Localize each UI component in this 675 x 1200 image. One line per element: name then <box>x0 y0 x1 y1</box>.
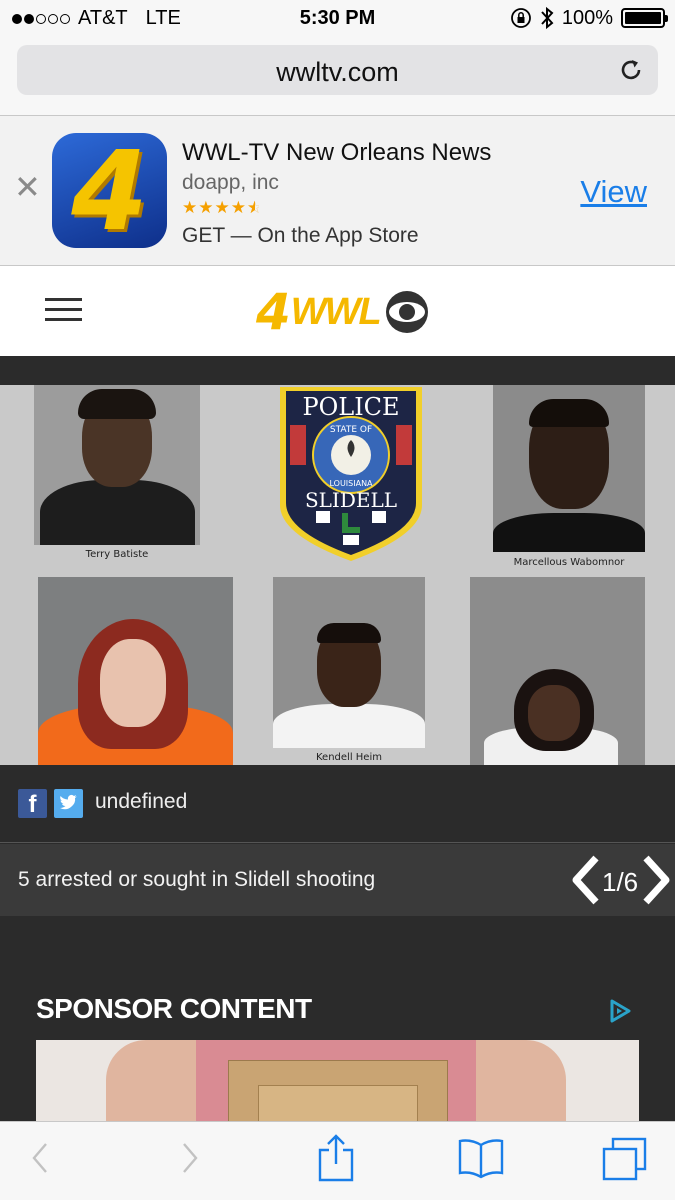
next-slide-icon[interactable] <box>642 854 672 906</box>
sponsor-image[interactable] <box>36 1040 639 1121</box>
logo-number: 4 <box>256 283 291 341</box>
slide-pager: 1/6 <box>570 854 675 906</box>
smart-app-banner: ✕ 4 WWL-TV New Orleans News doapp, inc ★… <box>0 116 675 266</box>
tabs-icon[interactable] <box>601 1136 649 1182</box>
slide-caption: 5 arrested or sought in Slidell shooting <box>18 868 376 891</box>
label-top-left: Terry Batiste <box>85 549 149 560</box>
app-rating-stars: ★★★★★☆ <box>182 198 259 217</box>
bookmarks-icon[interactable] <box>457 1137 505 1179</box>
app-store-get: GET — On the App Store <box>182 224 419 247</box>
mugshot-top-right <box>493 385 645 552</box>
view-app-link[interactable]: View <box>580 174 647 210</box>
svg-text:LOUISIANA: LOUISIANA <box>329 479 373 488</box>
status-bar: AT&T LTE 5:30 PM 100% <box>0 0 675 38</box>
share-row: f undefined <box>0 765 675 843</box>
label-bottom-middle: Kendell Heim <box>316 752 382 763</box>
mugshot-bottom-left <box>38 577 233 765</box>
battery-percent: 100% <box>561 6 613 29</box>
slide-counter: 1/6 <box>602 867 639 897</box>
battery-icon <box>621 8 668 28</box>
share-text: undefined <box>95 790 188 813</box>
label-top-right: Marcellous Wabomnor <box>513 557 625 568</box>
svg-text:STATE OF: STATE OF <box>330 425 372 435</box>
menu-hamburger-icon[interactable] <box>45 298 82 322</box>
mugshot-bottom-middle <box>273 577 425 748</box>
rotation-lock-icon <box>510 8 531 28</box>
sponsor-heading: SPONSOR CONTENT <box>36 993 312 1024</box>
twitter-share-icon[interactable] <box>54 789 83 818</box>
app-icon: 4 <box>52 133 167 248</box>
browser-address-area: wwltv.com <box>0 38 675 116</box>
site-logo[interactable]: 4 WWL <box>256 283 430 341</box>
close-banner-icon[interactable]: ✕ <box>14 171 41 203</box>
bluetooth-icon <box>541 6 554 30</box>
facebook-share-icon[interactable]: f <box>18 789 47 818</box>
adchoices-icon[interactable] <box>607 998 633 1024</box>
app-developer: doapp, inc <box>182 171 279 194</box>
app-name: WWL-TV New Orleans News <box>182 139 492 166</box>
previous-slide-icon[interactable] <box>570 854 600 906</box>
site-header: 4 WWL <box>0 266 675 356</box>
svg-text:POLICE: POLICE <box>302 393 399 421</box>
address-bar[interactable]: wwltv.com <box>17 45 658 95</box>
browser-toolbar <box>0 1121 675 1200</box>
logo-text: WWL <box>290 291 382 333</box>
svg-text:SLIDELL: SLIDELL <box>305 488 397 512</box>
mugshot-bottom-right <box>470 577 645 765</box>
status-right: 100% <box>510 6 668 30</box>
mugshot-top-left <box>34 385 200 545</box>
cbs-eye-icon <box>385 291 428 333</box>
slideshow-photo[interactable]: Terry Batiste POLICE STATE OF LOUISIANA … <box>0 385 675 765</box>
url-text[interactable]: wwltv.com <box>17 57 658 88</box>
forward-icon[interactable] <box>178 1136 202 1180</box>
slide-caption-bar: 5 arrested or sought in Slidell shooting… <box>0 844 675 916</box>
back-icon[interactable] <box>28 1136 52 1180</box>
police-patch-logo: POLICE STATE OF LOUISIANA SLIDELL <box>280 387 422 561</box>
share-icon[interactable] <box>316 1132 356 1184</box>
reload-icon[interactable] <box>618 57 644 83</box>
